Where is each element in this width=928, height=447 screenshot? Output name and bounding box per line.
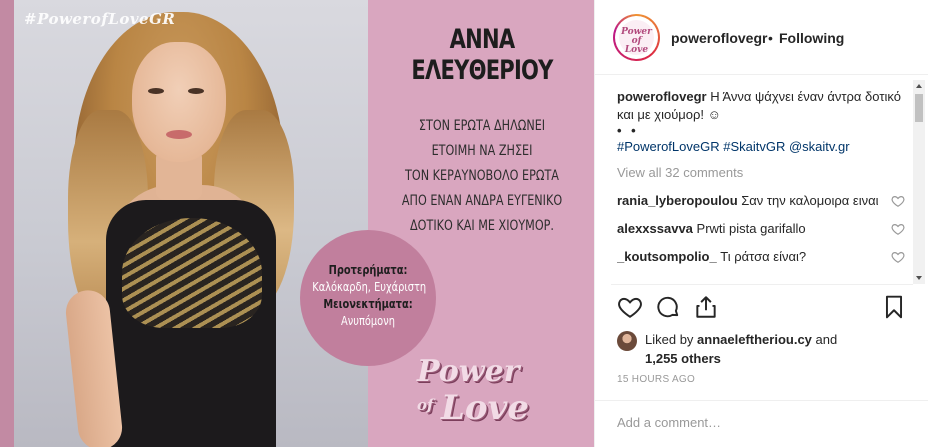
logo-word-love: Love: [441, 388, 529, 428]
contestant-description: ΣΤΟΝ ΕΡΩΤΑ ΔΗΛΩΝΕΙ ΕΤΟΙΜΗ ΝΑ ΖΗΣΕΙ ΤΟΝ Κ…: [397, 114, 567, 239]
add-comment-input[interactable]: [617, 413, 907, 431]
comment-item: _koutsompolio_ Τι ράτσα είναι?: [617, 248, 905, 266]
avatar-inner: Power of Love: [615, 16, 658, 59]
post-caption: poweroflovegr Η Άννα ψάχνει έναν άντρα δ…: [617, 88, 905, 156]
liker-avatar[interactable]: [617, 331, 637, 351]
scroll-down-arrow-icon[interactable]: [913, 272, 925, 284]
description-line: ΤΟΝ ΚΕΡΑΥΝΟΒΟΛΟ ΕΡΩΤΑ: [405, 168, 559, 184]
comment-text: Τι ράτσα είναι?: [716, 249, 807, 264]
description-line: ΣΤΟΝ ΕΡΩΤΑ ΔΗΛΩΝΕΙ: [418, 118, 546, 134]
contestant-first-name: ΑΝΝΑ: [449, 24, 516, 55]
comments-list: poweroflovegr Η Άννα ψάχνει έναν άντρα δ…: [617, 88, 905, 288]
bookmark-icon[interactable]: [881, 294, 907, 320]
scroll-up-arrow-icon[interactable]: [913, 80, 925, 92]
post-image[interactable]: #PowerofLoveGR ΑΝΝΑ ΕΛΕΥΘΕΡΙΟΥ ΣΤΟΝ ΕΡΩΤ…: [0, 0, 594, 447]
view-all-comments-link[interactable]: View all 32 comments: [617, 164, 905, 182]
share-icon[interactable]: [693, 294, 719, 320]
portrait-face: [132, 42, 226, 162]
following-button[interactable]: Following: [779, 30, 844, 46]
description-line: ΕΤΟΙΜΗ ΝΑ ΖΗΣΕΙ: [431, 143, 533, 159]
avatar-logo: Power of Love: [619, 20, 654, 55]
portrait-eye-left: [148, 88, 164, 94]
contestant-last-name: ΕΛΕΥΘΕΡΙΟΥ: [411, 55, 553, 86]
likes-user-link[interactable]: annaeleftheriou.cy: [697, 332, 812, 347]
comment-item: rania_lyberopoulou Σαν την καλομοιρα ειν…: [617, 192, 905, 210]
divider: [595, 400, 928, 401]
likes-summary: Liked by annaeleftheriou.cy and 1,255 ot…: [645, 330, 895, 368]
header-separator: •: [768, 30, 773, 46]
portrait-photo: [14, 0, 368, 447]
comments-scrollbar[interactable]: [913, 80, 925, 284]
comment-username[interactable]: _koutsompolio_: [617, 249, 717, 264]
divider: [611, 284, 913, 285]
comment-icon[interactable]: [655, 294, 681, 320]
cons-label: Μειονεκτήματα:: [323, 297, 413, 311]
caption-hashtags[interactable]: #PowerofLoveGR #SkaitvGR @skaitv.gr: [617, 138, 905, 156]
comment-text: Σαν την καλομοιρα ειναι: [737, 193, 879, 208]
likes-prefix: Liked by: [645, 332, 698, 347]
heart-icon[interactable]: [617, 294, 643, 320]
likes-count-link[interactable]: 1,255 others: [645, 351, 721, 366]
post-header: Power of Love poweroflovegr • Following: [595, 0, 928, 75]
hashtag-watermark: #PowerofLoveGR: [24, 10, 176, 28]
pros-value: Καλόκαρδη, Ευχάριστη: [312, 280, 427, 294]
caption-username[interactable]: poweroflovegr: [617, 89, 707, 104]
logo-word-of: of: [417, 396, 434, 414]
post-timestamp[interactable]: 15 HOURS AGO: [617, 374, 695, 385]
image-left-border: [0, 0, 14, 447]
comment-like-icon[interactable]: [891, 222, 905, 236]
comment-item: alexxssavva Prwti pista garifallo: [617, 220, 905, 238]
pros-label: Προτερήματα:: [328, 263, 408, 277]
logo-word-power: Power: [417, 354, 520, 389]
traits-badge-text: Προτερήματα: Καλόκαρδη, Ευχάριστη Μειονε…: [312, 262, 427, 330]
description-line: ΔΟΤΙΚΟ ΚΑΙ ΜΕ ΧΙΟΥΜΟΡ.: [410, 218, 554, 234]
scroll-thumb[interactable]: [915, 94, 923, 122]
post-actions: [613, 294, 913, 324]
description-line: ΑΠΟ ΕΝΑΝ ΑΝΔΡΑ ΕΥΓΕΝΙΚΟ: [401, 193, 563, 209]
comment-like-icon[interactable]: [891, 250, 905, 264]
comment-text: Prwti pista garifallo: [692, 221, 806, 236]
portrait-lips: [166, 130, 192, 139]
comment-username[interactable]: rania_lyberopoulou: [617, 193, 738, 208]
comment-username[interactable]: alexxssavva: [617, 221, 693, 236]
caption-dots: • •: [617, 123, 639, 138]
likes-middle: and: [811, 332, 838, 347]
cons-value: Ανυπόμονη: [341, 314, 395, 328]
header-username[interactable]: poweroflovegr: [671, 30, 767, 46]
profile-avatar[interactable]: Power of Love: [613, 14, 660, 61]
portrait-eye-right: [188, 88, 204, 94]
comment-like-icon[interactable]: [891, 194, 905, 208]
instagram-post-window: #PowerofLoveGR ΑΝΝΑ ΕΛΕΥΘΕΡΙΟΥ ΣΤΟΝ ΕΡΩΤ…: [0, 0, 928, 447]
portrait-dress-pattern: [122, 218, 262, 328]
contestant-name: ΑΝΝΑ ΕΛΕΥΘΕΡΙΟΥ: [399, 24, 564, 86]
post-sidebar: Power of Love poweroflovegr • Following …: [594, 0, 928, 447]
